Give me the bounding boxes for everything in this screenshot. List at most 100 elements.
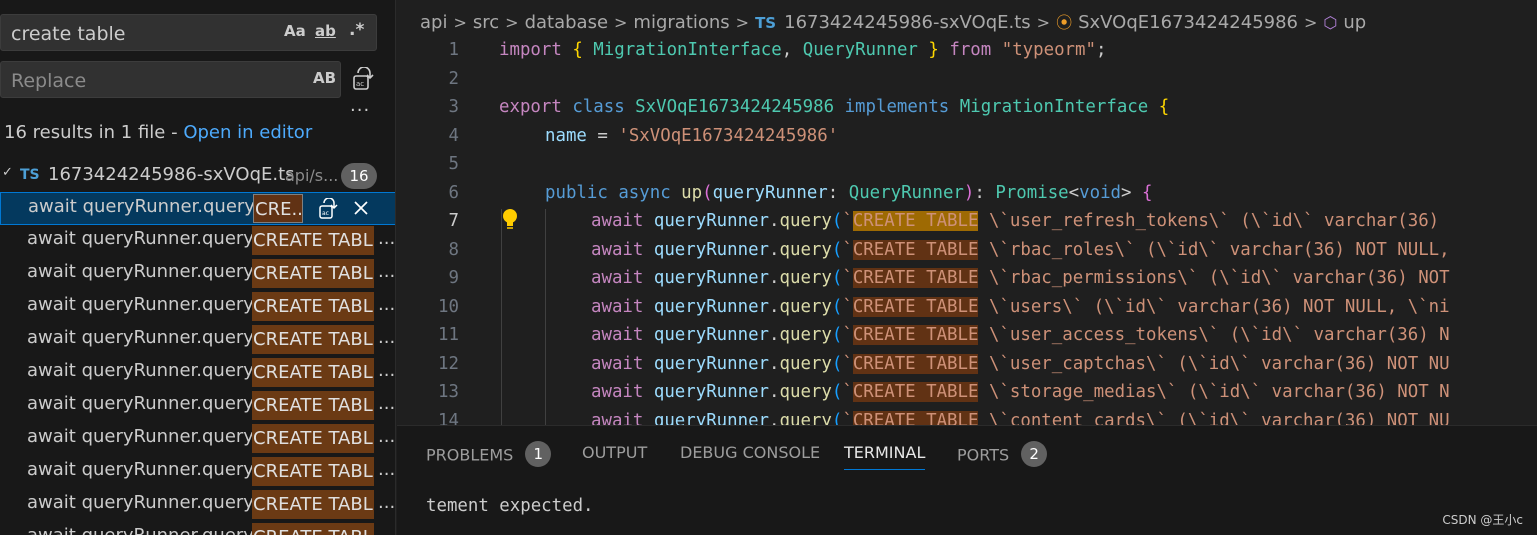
breadcrumb-separator: > xyxy=(614,13,628,32)
async-keyword: async xyxy=(618,183,671,203)
breadcrumb-separator: > xyxy=(1036,13,1051,32)
code-line-1[interactable]: 1 import { MigrationInterface, QueryRunn… xyxy=(397,37,1537,66)
breadcrumb-class[interactable]: SxVOqE1673424245986 xyxy=(1078,12,1298,33)
code-line-14[interactable]: 14 await queryRunner.query(`CREATE TABLE … xyxy=(397,408,1537,426)
sql-text: \`users\` (\`id\` varchar(36) NOT NULL, … xyxy=(978,296,1450,317)
method-name: query xyxy=(779,353,832,374)
code-line-4[interactable]: 4 name = 'SxVOqE1673424245986' xyxy=(397,123,1537,152)
breadcrumb-database[interactable]: database xyxy=(525,12,608,33)
match-case-toggle[interactable]: Aa xyxy=(284,22,306,40)
dot: . xyxy=(769,353,780,374)
typescript-file-icon: TS xyxy=(20,167,40,183)
result-item[interactable]: await queryRunner.query(`CREATE TABLE... xyxy=(0,456,396,489)
search-match-highlight: CREATE TABLE xyxy=(852,382,979,402)
tab-problems[interactable]: PROBLEMS 1 xyxy=(426,441,552,469)
replace-all-icon[interactable]: ac xyxy=(351,67,375,91)
code-editor[interactable]: api > src > database > migrations > TS 1673424245… xyxy=(397,0,1537,425)
variable: queryRunner xyxy=(653,410,770,426)
await-keyword: await xyxy=(591,296,644,317)
result-count-badge: 16 xyxy=(341,163,377,189)
result-item[interactable]: await queryRunner.query(`CREATE TABLE... xyxy=(0,324,395,357)
breadcrumb-method[interactable]: up xyxy=(1343,12,1366,33)
tab-label: TERMINAL xyxy=(844,443,926,462)
tab-terminal[interactable]: TERMINAL xyxy=(844,443,926,470)
result-file-name[interactable]: 1673424245986-sxVOqE.ts xyxy=(48,164,295,185)
code-line-9[interactable]: 9 await queryRunner.query(`CREATE TABLE \… xyxy=(397,265,1537,294)
class-name: SxVOqE1673424245986 xyxy=(635,97,835,117)
search-query[interactable]: create table xyxy=(11,23,125,45)
await-keyword: await xyxy=(591,325,644,345)
breadcrumb-file[interactable]: 1673424245986-sxVOqE.ts xyxy=(784,12,1031,33)
search-input[interactable]: create table Aa ab .* xyxy=(0,14,377,51)
result-item[interactable]: await queryRunner.query(`CREATE TABLE... xyxy=(0,489,395,522)
code-line-6[interactable]: 6 public async up(queryRunner: QueryRunn… xyxy=(397,180,1537,209)
code-line-8[interactable]: 8 await queryRunner.query(`CREATE TABLE \… xyxy=(397,237,1537,266)
tab-ports[interactable]: PORTS 2 xyxy=(957,441,1048,469)
result-item[interactable]: await queryRunner.query(`CREATE TABLE... xyxy=(0,258,395,291)
code-line-11[interactable]: 11 await queryRunner.query(`CREATE TABLE … xyxy=(397,322,1537,351)
result-item[interactable]: await queryRunner.query(`CREATE TABLE... xyxy=(0,522,395,535)
dot: . xyxy=(769,325,780,345)
result-match: CRE... xyxy=(253,194,303,223)
tab-label: PORTS xyxy=(957,445,1010,465)
method-cube-icon: ⬡ xyxy=(1323,13,1338,32)
result-item[interactable]: await queryRunner.query(`CREATE TABLE... xyxy=(0,423,395,456)
backtick: ` xyxy=(842,325,853,345)
replace-input[interactable]: Replace AB xyxy=(0,61,341,98)
regex-toggle[interactable]: .* xyxy=(349,20,364,40)
breadcrumb-api[interactable]: api xyxy=(420,12,447,33)
result-ellipsis: ... xyxy=(378,459,396,480)
breadcrumb-src[interactable]: src xyxy=(473,12,499,33)
code-line-7[interactable]: 7 await queryRunner.query(`CREATE TABLE \… xyxy=(397,208,1537,237)
angle-bracket: > xyxy=(1121,183,1132,203)
result-prefix: await queryRunner.query(` xyxy=(27,459,270,480)
whole-word-toggle[interactable]: ab xyxy=(315,22,336,40)
tab-output[interactable]: OUTPUT xyxy=(582,443,647,462)
results-count-text: 16 results in 1 file - xyxy=(4,122,184,143)
tab-debug-console[interactable]: DEBUG CONSOLE xyxy=(680,443,820,462)
await-keyword: await xyxy=(591,382,644,402)
method-name: query xyxy=(779,296,832,317)
paren: ( xyxy=(831,382,843,402)
preserve-case-toggle[interactable]: AB xyxy=(313,69,336,87)
type-name: MigrationInterface xyxy=(593,40,782,60)
semicolon: ; xyxy=(1095,40,1107,60)
terminal-output[interactable]: tement expected. xyxy=(426,496,594,516)
code-line-13[interactable]: 13 await queryRunner.query(`CREATE TABLE … xyxy=(397,379,1537,408)
result-item[interactable]: await queryRunner.query(`CREATE TABLE... xyxy=(0,357,395,390)
result-ellipsis: ... xyxy=(378,228,396,249)
result-item[interactable]: await queryRunner.query(`CREATE TABLE... xyxy=(0,225,396,258)
code-line-3[interactable]: 3 export class SxVOqE1673424245986 imple… xyxy=(397,94,1537,123)
breadcrumb-migrations[interactable]: migrations xyxy=(633,12,729,33)
replace-placeholder[interactable]: Replace xyxy=(11,70,86,92)
method-name: query xyxy=(779,325,832,345)
void-keyword: void xyxy=(1079,183,1122,203)
result-item[interactable]: await queryRunner.query(`CREATE TABLE... xyxy=(0,390,395,423)
line-number: 8 xyxy=(448,239,459,260)
variable: queryRunner xyxy=(653,239,770,260)
parameter: queryRunner xyxy=(712,183,828,203)
dismiss-icon[interactable] xyxy=(353,200,369,216)
open-in-editor-link[interactable]: Open in editor xyxy=(183,122,312,143)
result-prefix: await queryRunner.query(` xyxy=(27,294,270,315)
type-name: QueryRunner xyxy=(802,40,918,60)
result-file-row[interactable]: ✓ TS 1673424245986-sxVOqE.ts api/s... 16 xyxy=(0,160,395,192)
result-item-selected[interactable]: await queryRunner.query(` CRE... ac xyxy=(0,192,395,225)
dot: . xyxy=(769,382,780,402)
code-line-5[interactable]: 5 xyxy=(397,151,1537,180)
code-line-10[interactable]: 10 await queryRunner.query(`CREATE TABLE … xyxy=(397,294,1537,323)
more-options-icon[interactable]: ··· xyxy=(350,100,370,121)
result-item[interactable]: await queryRunner.query(`CREATE TABLE... xyxy=(0,291,395,324)
from-keyword: from xyxy=(949,40,992,60)
ports-count-badge: 2 xyxy=(1021,441,1048,467)
search-sidebar: create table Aa ab .* Replace AB ac ··· … xyxy=(0,0,396,535)
replace-icon[interactable]: ac xyxy=(318,198,338,220)
code-line-12[interactable]: 12 await queryRunner.query(`CREATE TABLE … xyxy=(397,351,1537,380)
line-number: 5 xyxy=(448,154,459,174)
paren: ( xyxy=(831,211,843,231)
angle-bracket: < xyxy=(1068,183,1080,203)
result-prefix: await queryRunner.query(` xyxy=(27,261,270,282)
code-line-2[interactable]: 2 xyxy=(397,66,1537,95)
chevron-down-icon[interactable]: ✓ xyxy=(2,165,13,180)
function-name: up xyxy=(681,183,703,203)
